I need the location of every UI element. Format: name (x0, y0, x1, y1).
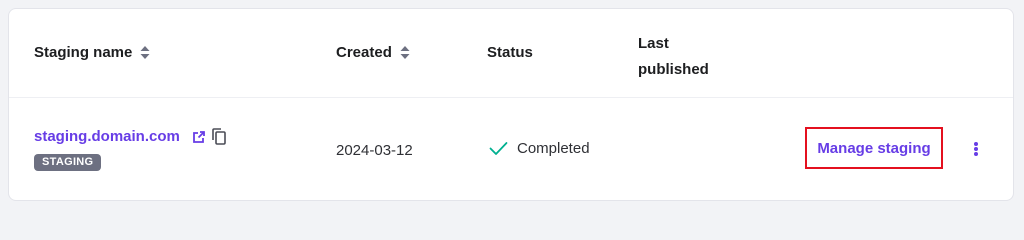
column-header-label: Staging name (34, 44, 133, 61)
staging-badge: STAGING (34, 154, 102, 171)
staging-table-card: Staging name Created Status Last publish… (8, 8, 1014, 201)
manage-staging-button[interactable]: Manage staging (805, 127, 943, 169)
column-header-staging-name[interactable]: Staging name (34, 44, 150, 61)
column-header-last-published: Last published (638, 31, 709, 83)
external-link-icon[interactable] (192, 130, 206, 144)
sort-icon[interactable] (400, 46, 410, 59)
staging-name-link[interactable]: staging.domain.com (34, 128, 180, 145)
table-header-row: Staging name Created Status Last publish… (9, 9, 1013, 98)
more-vertical-icon[interactable] (967, 139, 985, 159)
created-date: 2024-03-12 (336, 142, 413, 159)
column-header-created[interactable]: Created (336, 44, 410, 61)
column-header-label-line1: Last (638, 35, 669, 52)
kebab-dot (974, 152, 978, 156)
column-header-label-line2: published (638, 61, 709, 78)
kebab-dot (974, 147, 978, 151)
column-header-status: Status (487, 44, 533, 61)
check-icon (489, 142, 508, 155)
sort-icon[interactable] (140, 46, 150, 59)
status-cell: Completed (489, 140, 590, 157)
column-header-label: Status (487, 44, 533, 61)
column-header-label: Created (336, 44, 392, 61)
copy-icon[interactable] (212, 128, 226, 145)
status-text: Completed (517, 140, 590, 157)
kebab-dot (974, 142, 978, 146)
